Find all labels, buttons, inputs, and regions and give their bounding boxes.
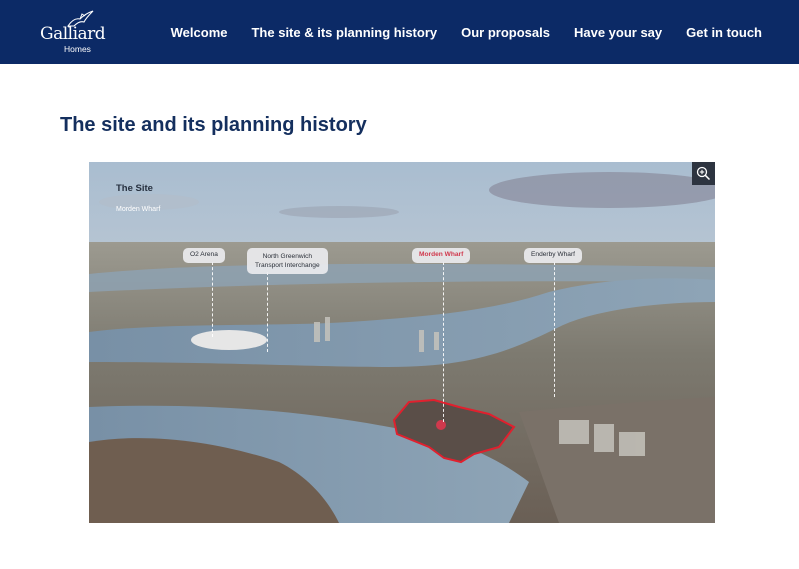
label-o2-arena: O2 Arena [183, 248, 225, 263]
site-header: Galliard Homes Welcome The site & its pl… [0, 0, 799, 64]
label-enderby-wharf: Enderby Wharf [524, 248, 582, 263]
o2-arena-leader-line [212, 262, 213, 337]
zoom-in-button[interactable] [692, 162, 715, 185]
galliard-homes-logo[interactable]: Galliard Homes [40, 10, 106, 56]
logo-subtext: Homes [64, 44, 91, 54]
figure-heading: The Site [116, 183, 153, 194]
main-nav: Welcome The site & its planning history … [171, 0, 762, 64]
transport-leader-line [267, 272, 268, 352]
figure-subheading: Morden Wharf [116, 206, 161, 213]
nav-site-planning-history[interactable]: The site & its planning history [251, 25, 437, 40]
zoom-in-icon [696, 166, 711, 181]
label-transport-interchange: North Greenwich Transport Interchange [247, 248, 328, 274]
aerial-photo [89, 162, 715, 523]
nav-our-proposals[interactable]: Our proposals [461, 25, 550, 40]
morden-wharf-leader-line [443, 262, 444, 422]
enderby-wharf-leader-line [554, 262, 555, 397]
nav-have-your-say[interactable]: Have your say [574, 25, 662, 40]
label-morden-wharf: Morden Wharf [412, 248, 471, 263]
logo-wordmark: Galliard [40, 24, 106, 44]
nav-welcome[interactable]: Welcome [171, 25, 228, 40]
site-aerial-image[interactable]: The Site Morden Wharf O2 Arena North Gre… [89, 162, 715, 523]
page-title: The site and its planning history [60, 114, 367, 136]
nav-get-in-touch[interactable]: Get in touch [686, 25, 762, 40]
